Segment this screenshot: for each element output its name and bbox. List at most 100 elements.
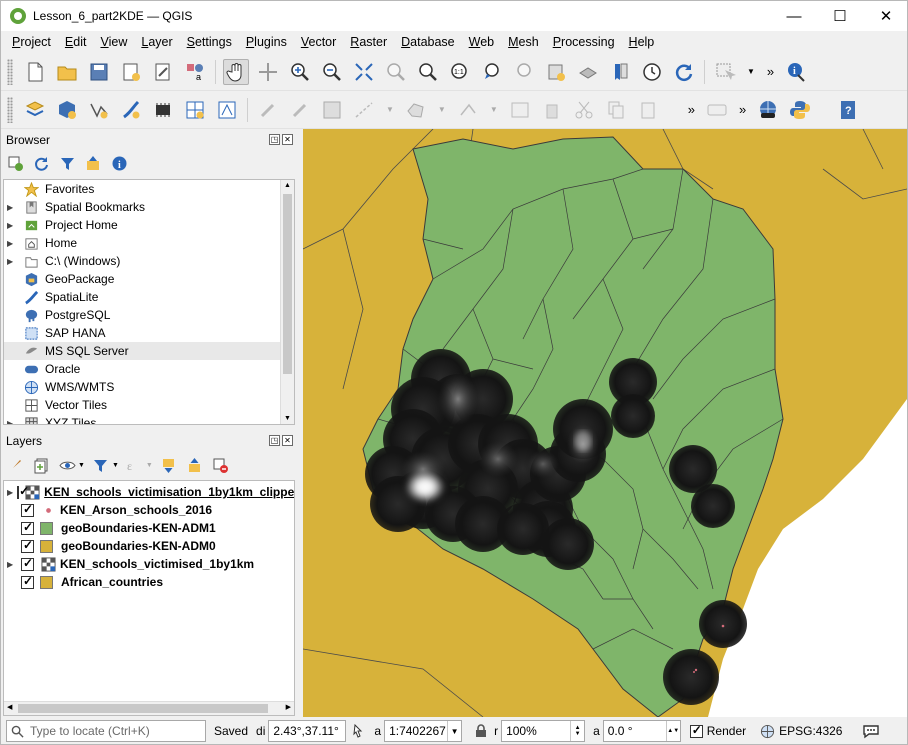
add-feature-dropdown-arrow[interactable]: ▼	[438, 105, 446, 114]
style-dock-button[interactable]	[5, 455, 25, 475]
show-bookmarks-button[interactable]	[575, 59, 601, 85]
filter-dropdown-arrow[interactable]: ▼	[112, 462, 119, 469]
layer-row-ken-adm0[interactable]: geoBoundaries-KEN-ADM0	[4, 537, 294, 555]
minimize-button[interactable]: —	[771, 1, 817, 31]
browser-item-geopackage[interactable]: GeoPackage	[4, 270, 294, 288]
menu-mesh[interactable]: Mesh	[501, 35, 546, 49]
expand-arrow[interactable]: ▶	[7, 257, 17, 266]
zoom-last-button[interactable]	[479, 59, 505, 85]
browser-filter-button[interactable]	[57, 153, 77, 173]
data-source-manager-button[interactable]	[22, 97, 48, 123]
expand-arrow[interactable]: ▶	[7, 419, 17, 425]
browser-item-postgresql[interactable]: PostgreSQL	[4, 306, 294, 324]
layer-visibility-checkbox[interactable]	[21, 574, 34, 589]
layer-visibility-checkbox[interactable]	[21, 556, 34, 571]
add-group-button[interactable]	[31, 455, 51, 475]
browser-item-spatial-bookmarks[interactable]: ▶ Spatial Bookmarks	[4, 198, 294, 216]
modify-attributes-button[interactable]	[507, 97, 533, 123]
new-spatial-bookmark-button[interactable]	[543, 59, 569, 85]
copy-features-button[interactable]	[603, 97, 629, 123]
new-virtual-layer-button[interactable]	[182, 97, 208, 123]
zoom-in-button[interactable]	[287, 59, 313, 85]
expand-arrow[interactable]: ▶	[7, 221, 17, 230]
toolbar-overflow-button-2[interactable]: »	[688, 102, 695, 117]
coordinate-extents-toggle[interactable]	[350, 723, 368, 739]
help-contents-button[interactable]: ?	[835, 97, 861, 123]
browser-item-wms-wmts[interactable]: WMS/WMTS	[4, 378, 294, 396]
chevron-down-icon[interactable]: ▼	[447, 721, 461, 741]
new-spatialite-layer-button[interactable]	[118, 97, 144, 123]
menu-project[interactable]: Project	[5, 35, 58, 49]
spin-arrows-icon[interactable]: ▲▼	[570, 721, 584, 741]
browser-item-favorites[interactable]: Favorites	[4, 180, 294, 198]
browser-item-vector-tiles[interactable]: Vector Tiles	[4, 396, 294, 414]
new-map-view-button[interactable]	[607, 59, 633, 85]
menu-layer[interactable]: Layer	[134, 35, 179, 49]
zoom-next-button[interactable]	[511, 59, 537, 85]
layer-row-victimised-1by1km[interactable]: ▶ KEN_schools_victimised_1by1km	[4, 555, 294, 573]
browser-item-c-drive[interactable]: ▶ C:\ (Windows)	[4, 252, 294, 270]
browser-item-home[interactable]: ▶ Home	[4, 234, 294, 252]
refresh-button[interactable]	[671, 59, 697, 85]
collapse-all-button[interactable]	[185, 455, 205, 475]
close-button[interactable]: ✕	[863, 1, 908, 31]
new-project-button[interactable]	[22, 59, 48, 85]
new-geopackage-layer-button[interactable]	[54, 97, 80, 123]
toolbar-overflow-button[interactable]: »	[767, 64, 774, 79]
filter-by-expression-button[interactable]: ε	[125, 455, 145, 475]
layer-row-ken-adm1[interactable]: geoBoundaries-KEN-ADM1	[4, 519, 294, 537]
float-panel-icon[interactable]: ◳	[269, 134, 280, 145]
zoom-full-button[interactable]	[351, 59, 377, 85]
layer-visibility-checkbox[interactable]	[17, 484, 29, 499]
locator-search-field[interactable]: Type to locate (Ctrl+K)	[6, 720, 206, 742]
close-panel-icon[interactable]: ✕	[282, 134, 293, 145]
menu-help[interactable]: Help	[622, 35, 662, 49]
browser-item-project-home[interactable]: ▶ Project Home	[4, 216, 294, 234]
menu-view[interactable]: View	[93, 35, 134, 49]
crs-label[interactable]: EPSG:4326	[779, 724, 842, 738]
browser-item-xyz-tiles[interactable]: ▶ XYZ Tiles	[4, 414, 294, 425]
digitize-dropdown-arrow[interactable]: ▼	[386, 105, 394, 114]
close-panel-icon[interactable]: ✕	[282, 435, 293, 446]
python-console-button[interactable]	[787, 97, 813, 123]
browser-item-sap-hana[interactable]: SAP HANA	[4, 324, 294, 342]
layers-horizontal-scrollbar[interactable]: ◀ ▶	[4, 701, 294, 715]
messages-button[interactable]	[862, 723, 880, 739]
layer-visibility-checkbox[interactable]	[21, 520, 34, 535]
menu-database[interactable]: Database	[394, 35, 462, 49]
metasearch-button[interactable]	[755, 97, 781, 123]
paste-features-button[interactable]	[635, 97, 661, 123]
expand-arrow[interactable]: ▶	[7, 239, 17, 248]
vertex-dropdown-arrow[interactable]: ▼	[490, 105, 498, 114]
menu-processing[interactable]: Processing	[546, 35, 622, 49]
spin-arrows-icon[interactable]: ▲▼	[665, 721, 680, 741]
toolbar-overflow-button-3[interactable]: »	[739, 102, 746, 117]
render-checkbox[interactable]	[689, 723, 703, 738]
layout-manager-button[interactable]	[150, 59, 176, 85]
manage-visibility-button[interactable]	[57, 455, 77, 475]
menu-settings[interactable]: Settings	[180, 35, 239, 49]
identify-features-button[interactable]: i	[783, 59, 809, 85]
layer-visibility-checkbox[interactable]	[21, 502, 34, 517]
magnifier-spinbox[interactable]: 100% ▲ ▼	[501, 720, 586, 742]
style-manager-button[interactable]: a	[182, 59, 208, 85]
zoom-out-button[interactable]	[319, 59, 345, 85]
visibility-dropdown-arrow[interactable]: ▼	[78, 462, 85, 469]
cut-features-button[interactable]	[571, 97, 597, 123]
current-edits-button[interactable]	[255, 97, 281, 123]
layer-row-african-countries[interactable]: African_countries	[4, 573, 294, 591]
browser-properties-button[interactable]: i	[109, 153, 129, 173]
filter-legend-button[interactable]	[91, 455, 111, 475]
new-temporary-layer-button[interactable]	[150, 97, 176, 123]
menu-web[interactable]: Web	[462, 35, 501, 49]
expand-arrow[interactable]: ▶	[7, 488, 13, 497]
zoom-to-selection-button[interactable]	[383, 59, 409, 85]
rotation-spinbox[interactable]: 0.0 ° ▲▼	[602, 720, 681, 742]
lock-scale-button[interactable]	[474, 724, 488, 738]
browser-item-oracle[interactable]: Oracle	[4, 360, 294, 378]
pan-map-button[interactable]	[223, 58, 249, 85]
open-project-button[interactable]	[54, 59, 80, 85]
menu-edit[interactable]: Edit	[58, 35, 94, 49]
new-shapefile-layer-button[interactable]	[86, 97, 112, 123]
layer-row-victimisation-clipped[interactable]: ▶ KEN_schools_victimisation_1by1km_clippe…	[4, 483, 294, 501]
